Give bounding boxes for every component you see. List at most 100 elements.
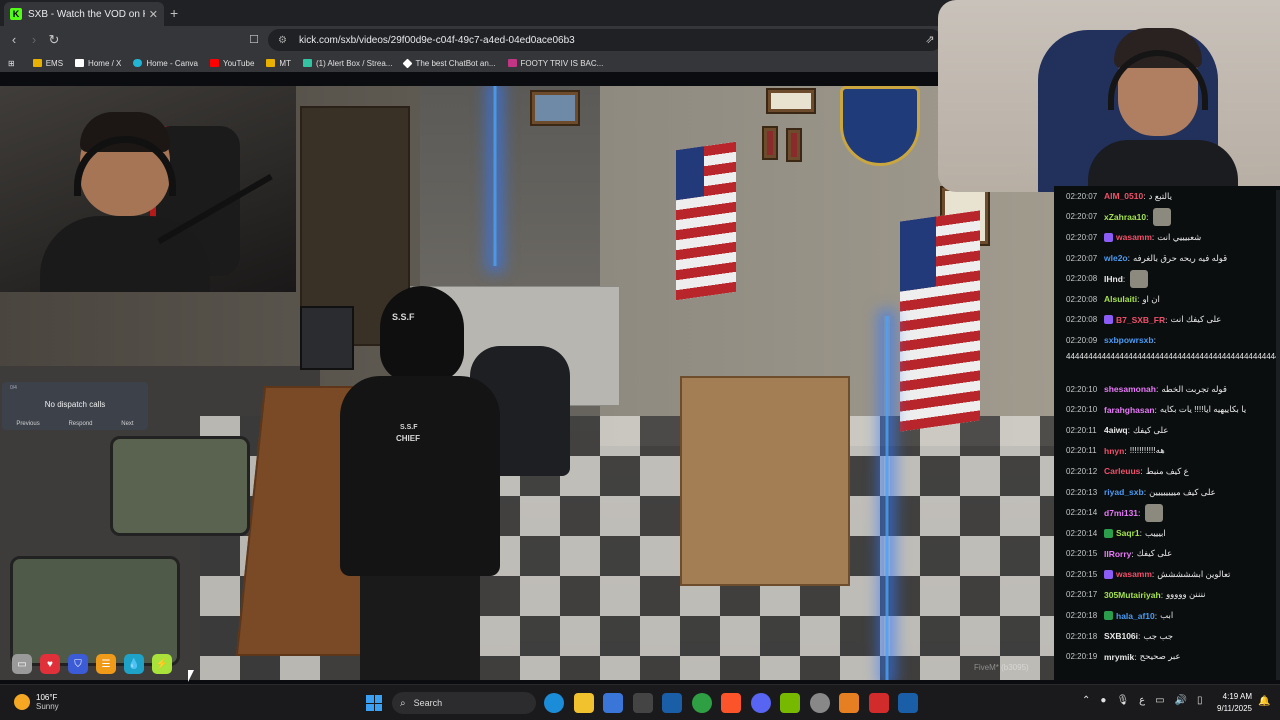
xbox-icon[interactable]: [691, 693, 712, 713]
bookmark-icon[interactable]: ☐: [246, 33, 262, 46]
chat-username[interactable]: Saqr1: [1116, 528, 1140, 538]
chat-message: 02:20:17 305Mutairiyah: ننننن ووووو: [1054, 585, 1280, 606]
clock-time: 4:19 AM: [1222, 692, 1252, 701]
chat-username[interactable]: Carleuus: [1104, 466, 1140, 476]
chat-message: 02:20:11 hnyn: !!!!!!!!!!!هه: [1054, 441, 1280, 462]
chat-emote-icon: [1145, 503, 1164, 522]
bookmark-0[interactable]: EMS: [32, 59, 63, 68]
nvidia-icon[interactable]: [780, 693, 800, 713]
app-icon[interactable]: [868, 693, 889, 713]
chat-username[interactable]: AIM_0510: [1104, 191, 1143, 201]
chat-separator: :: [1153, 335, 1156, 346]
address-bar[interactable]: ⚙ kick.com/sxb/videos/29f00d9e-c04f-49c7…: [268, 29, 942, 51]
chat-username[interactable]: 305Mutairiyah: [1104, 590, 1161, 600]
apps-grid-icon[interactable]: ⊞: [8, 59, 15, 68]
search-icon: ⌕: [400, 697, 406, 709]
chat-username[interactable]: shesamonah: [1104, 384, 1156, 394]
chat-text: قوله تجربت الخطه: [1161, 383, 1227, 394]
app-tray-icon[interactable]: ●: [1100, 695, 1106, 706]
steam-icon[interactable]: [898, 693, 918, 713]
chat-message: 02:20:11 4aiwq: على كيفك: [1054, 420, 1280, 441]
browser-tab[interactable]: K SXB - Watch the VOD on Kick ✕: [4, 2, 164, 26]
file-explorer-icon[interactable]: [573, 693, 594, 713]
chat-message: 02:20:18 SXB106i: جب جب: [1054, 626, 1280, 647]
us-flag: [676, 141, 736, 301]
chat-username[interactable]: 4aiwq: [1104, 425, 1128, 435]
network-icon[interactable]: ▭: [1155, 695, 1164, 706]
bookmark-2[interactable]: Home - Canva: [133, 59, 198, 68]
weather-condition: Sunny: [36, 702, 59, 711]
dispatch-next: Next: [121, 421, 134, 427]
chat-username[interactable]: IHnd: [1104, 274, 1123, 284]
chat-username[interactable]: wle2o: [1104, 253, 1128, 263]
chat-username[interactable]: SXB106i: [1104, 631, 1138, 641]
chat-username[interactable]: hala_af10: [1116, 611, 1155, 621]
edge-icon[interactable]: [544, 693, 564, 713]
chat-separator: :: [1138, 507, 1141, 518]
chat-username[interactable]: Alsulaiti: [1104, 294, 1137, 304]
chat-message: 02:20:09 sxbpowrsxb:: [1054, 330, 1280, 351]
language-icon[interactable]: ع: [1139, 695, 1145, 706]
chat-message: 02:20:07 AIM_0510: يالتبع د: [1054, 186, 1280, 207]
site-info-icon[interactable]: ⚙: [278, 35, 287, 46]
chat-username[interactable]: hnyn: [1104, 446, 1124, 456]
subscriber-badge-icon: [1104, 611, 1113, 621]
chat-username[interactable]: xZahraa10: [1104, 212, 1146, 222]
folder-icon: [32, 59, 42, 67]
chevron-up-icon[interactable]: ⌃: [1082, 695, 1090, 706]
bookmark-1[interactable]: Home / X: [75, 59, 121, 68]
chat-timestamp: 02:20:09: [1066, 335, 1098, 345]
chat-username[interactable]: farahghasan: [1104, 405, 1155, 415]
notification-bell-icon[interactable]: 🔔: [1258, 696, 1270, 707]
bookmark-6[interactable]: The best ChatBot an...: [403, 58, 496, 68]
store-icon[interactable]: [603, 693, 623, 713]
obs-icon[interactable]: [809, 693, 830, 713]
chat-username[interactable]: B7_SXB_FR: [1116, 315, 1165, 325]
bookmark-3[interactable]: YouTube: [209, 59, 254, 68]
chat-text: على كيفك: [1136, 548, 1173, 559]
youtube-icon: [209, 59, 219, 67]
chat-separator: :: [1134, 651, 1137, 662]
battery-icon[interactable]: ▯: [1197, 695, 1203, 706]
chat-separator: :: [1143, 487, 1147, 498]
chat-username[interactable]: sxbpowrsxb: [1104, 335, 1154, 345]
instagram-icon: [507, 59, 517, 67]
new-tab-icon[interactable]: +: [170, 5, 178, 21]
volume-icon[interactable]: 🔊: [1175, 695, 1187, 706]
chat-username[interactable]: mrymik: [1104, 652, 1134, 662]
chat-username[interactable]: riyad_sxb: [1104, 487, 1144, 497]
forward-icon[interactable]: ›: [26, 32, 42, 47]
brave-icon[interactable]: [721, 693, 741, 713]
microphone-icon[interactable]: 🎙: [1116, 695, 1129, 706]
discord-icon[interactable]: [750, 693, 771, 713]
subscriber-badge-icon: [1104, 315, 1113, 325]
chat-separator: :: [1151, 232, 1155, 243]
terminal-icon[interactable]: [632, 693, 653, 713]
chat-username[interactable]: wasamm: [1116, 569, 1152, 579]
close-tab-icon[interactable]: ✕: [149, 8, 158, 21]
bookmark-5[interactable]: (1) Alert Box / Strea...: [302, 59, 392, 68]
chat-timestamp: 02:20:10: [1066, 405, 1098, 415]
app-icon[interactable]: [839, 693, 859, 713]
reload-icon[interactable]: ↻: [46, 32, 62, 48]
weather-widget[interactable]: 106°F Sunny: [14, 693, 59, 711]
chat-separator: :: [1124, 445, 1127, 456]
chat-username[interactable]: wasamm: [1116, 232, 1152, 242]
subscriber-badge-icon: [1104, 528, 1113, 538]
bookmark-7[interactable]: FOOTY TRIV IS BAC...: [507, 59, 603, 68]
chat-text: !!!!!!!!!!!هه: [1129, 445, 1165, 456]
bookmark-4[interactable]: MT: [266, 59, 291, 68]
windows-start-icon[interactable]: [366, 695, 382, 711]
chat-text: قوله فيه ريحه حرق بالغرفه: [1133, 252, 1228, 263]
player-character: S.S.F S.S.F CHIEF: [320, 286, 520, 680]
canva-icon: [133, 59, 143, 67]
clock[interactable]: 4:19 AM 9/11/2025: [1212, 691, 1252, 715]
chat-username[interactable]: d7mi131: [1104, 508, 1138, 518]
share-icon[interactable]: ⇗: [922, 33, 938, 46]
taskbar-search[interactable]: ⌕ Search: [392, 692, 536, 714]
steam-icon[interactable]: [662, 693, 682, 713]
chat-username[interactable]: IIRorry: [1104, 549, 1131, 559]
chat-scrollbar[interactable]: [1276, 190, 1280, 680]
back-icon[interactable]: ‹: [6, 32, 22, 47]
chat-separator: :: [1127, 253, 1130, 264]
